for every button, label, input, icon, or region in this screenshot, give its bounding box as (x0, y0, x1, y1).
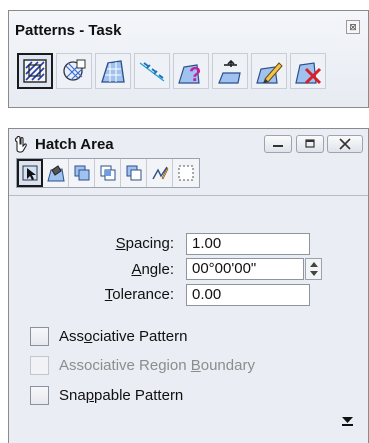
union-method-icon (74, 165, 89, 181)
element-method-icon (22, 165, 38, 181)
delete-pattern-tool[interactable] (290, 53, 326, 89)
patterns-task-panel: Patterns - Task ⊠ ? (8, 10, 369, 108)
fence-method-icon (178, 165, 194, 181)
expand-dialog-icon[interactable] (341, 414, 354, 427)
maximize-icon (305, 139, 315, 148)
union-method-tool[interactable] (69, 159, 95, 187)
delete-pattern-icon (295, 62, 322, 85)
points-method-icon (151, 166, 168, 180)
associative-region-boundary-checkbox (30, 355, 49, 375)
minimize-button[interactable] (264, 135, 292, 153)
divider (9, 195, 368, 196)
close-icon[interactable]: ⊠ (346, 20, 360, 34)
linear-pattern-icon (139, 62, 165, 82)
hatch-area-icon (23, 59, 47, 83)
flood-method-icon (46, 165, 65, 182)
associative-pattern-checkbox[interactable] (30, 326, 49, 346)
fence-method-tool[interactable] (173, 159, 199, 187)
patterns-task-toolbar: ? (17, 53, 326, 91)
close-button[interactable] (327, 135, 363, 153)
flood-method-tool[interactable] (43, 159, 69, 187)
maximize-button[interactable] (296, 135, 324, 153)
angle-spinner[interactable] (305, 258, 322, 280)
points-method-tool[interactable] (147, 159, 173, 187)
crosshatch-area-icon (63, 59, 86, 81)
hatch-area-tool[interactable] (17, 53, 53, 89)
snappable-pattern-label: Snappable Pattern (59, 386, 184, 404)
edit-pattern-icon (256, 62, 283, 84)
pattern-area-tool[interactable] (95, 53, 131, 89)
spacing-input[interactable]: 1.00 (186, 233, 310, 255)
associative-region-boundary-label: Associative Region Boundary (59, 356, 255, 374)
intersection-method-icon (100, 165, 115, 181)
linear-pattern-tool[interactable] (134, 53, 170, 89)
hatch-area-titlebar[interactable]: Hatch Area (9, 129, 368, 157)
associative-region-boundary-option: Associative Region Boundary (30, 354, 255, 376)
hatch-method-toolbar (16, 158, 200, 188)
associative-pattern-option[interactable]: Associative Pattern (30, 325, 187, 347)
intersection-method-tool[interactable] (95, 159, 121, 187)
match-pattern-attributes-tool[interactable] (212, 53, 248, 89)
edit-pattern-tool[interactable] (251, 53, 287, 89)
element-method-tool[interactable] (17, 159, 43, 187)
minimize-icon (273, 145, 283, 147)
svg-text:?: ? (189, 64, 201, 85)
spacing-label: Spacing: (115, 235, 174, 252)
hatch-tool-settings-icon (14, 136, 27, 153)
show-pattern-attributes-icon: ? (178, 64, 201, 85)
tolerance-input[interactable]: 0.00 (186, 284, 310, 306)
show-pattern-attributes-tool[interactable]: ? (173, 53, 209, 89)
angle-input[interactable]: 00°00'00" (186, 258, 304, 280)
patterns-task-title: Patterns - Task (15, 22, 122, 39)
close-icon (339, 138, 351, 150)
spin-up-icon[interactable] (310, 262, 318, 267)
pattern-area-icon (101, 60, 125, 83)
associative-pattern-label: Associative Pattern (59, 327, 188, 345)
difference-method-icon (126, 165, 141, 181)
difference-method-tool[interactable] (121, 159, 147, 187)
snappable-pattern-checkbox[interactable] (30, 385, 49, 405)
hatch-area-title: Hatch Area (35, 136, 114, 153)
match-pattern-attributes-icon (218, 59, 241, 84)
angle-label: Angle: (131, 261, 174, 278)
spin-down-icon[interactable] (310, 271, 318, 276)
tolerance-label: Tolerance: (104, 286, 174, 303)
snappable-pattern-option[interactable]: Snappable Pattern (30, 384, 183, 406)
crosshatch-area-tool[interactable] (56, 53, 92, 89)
